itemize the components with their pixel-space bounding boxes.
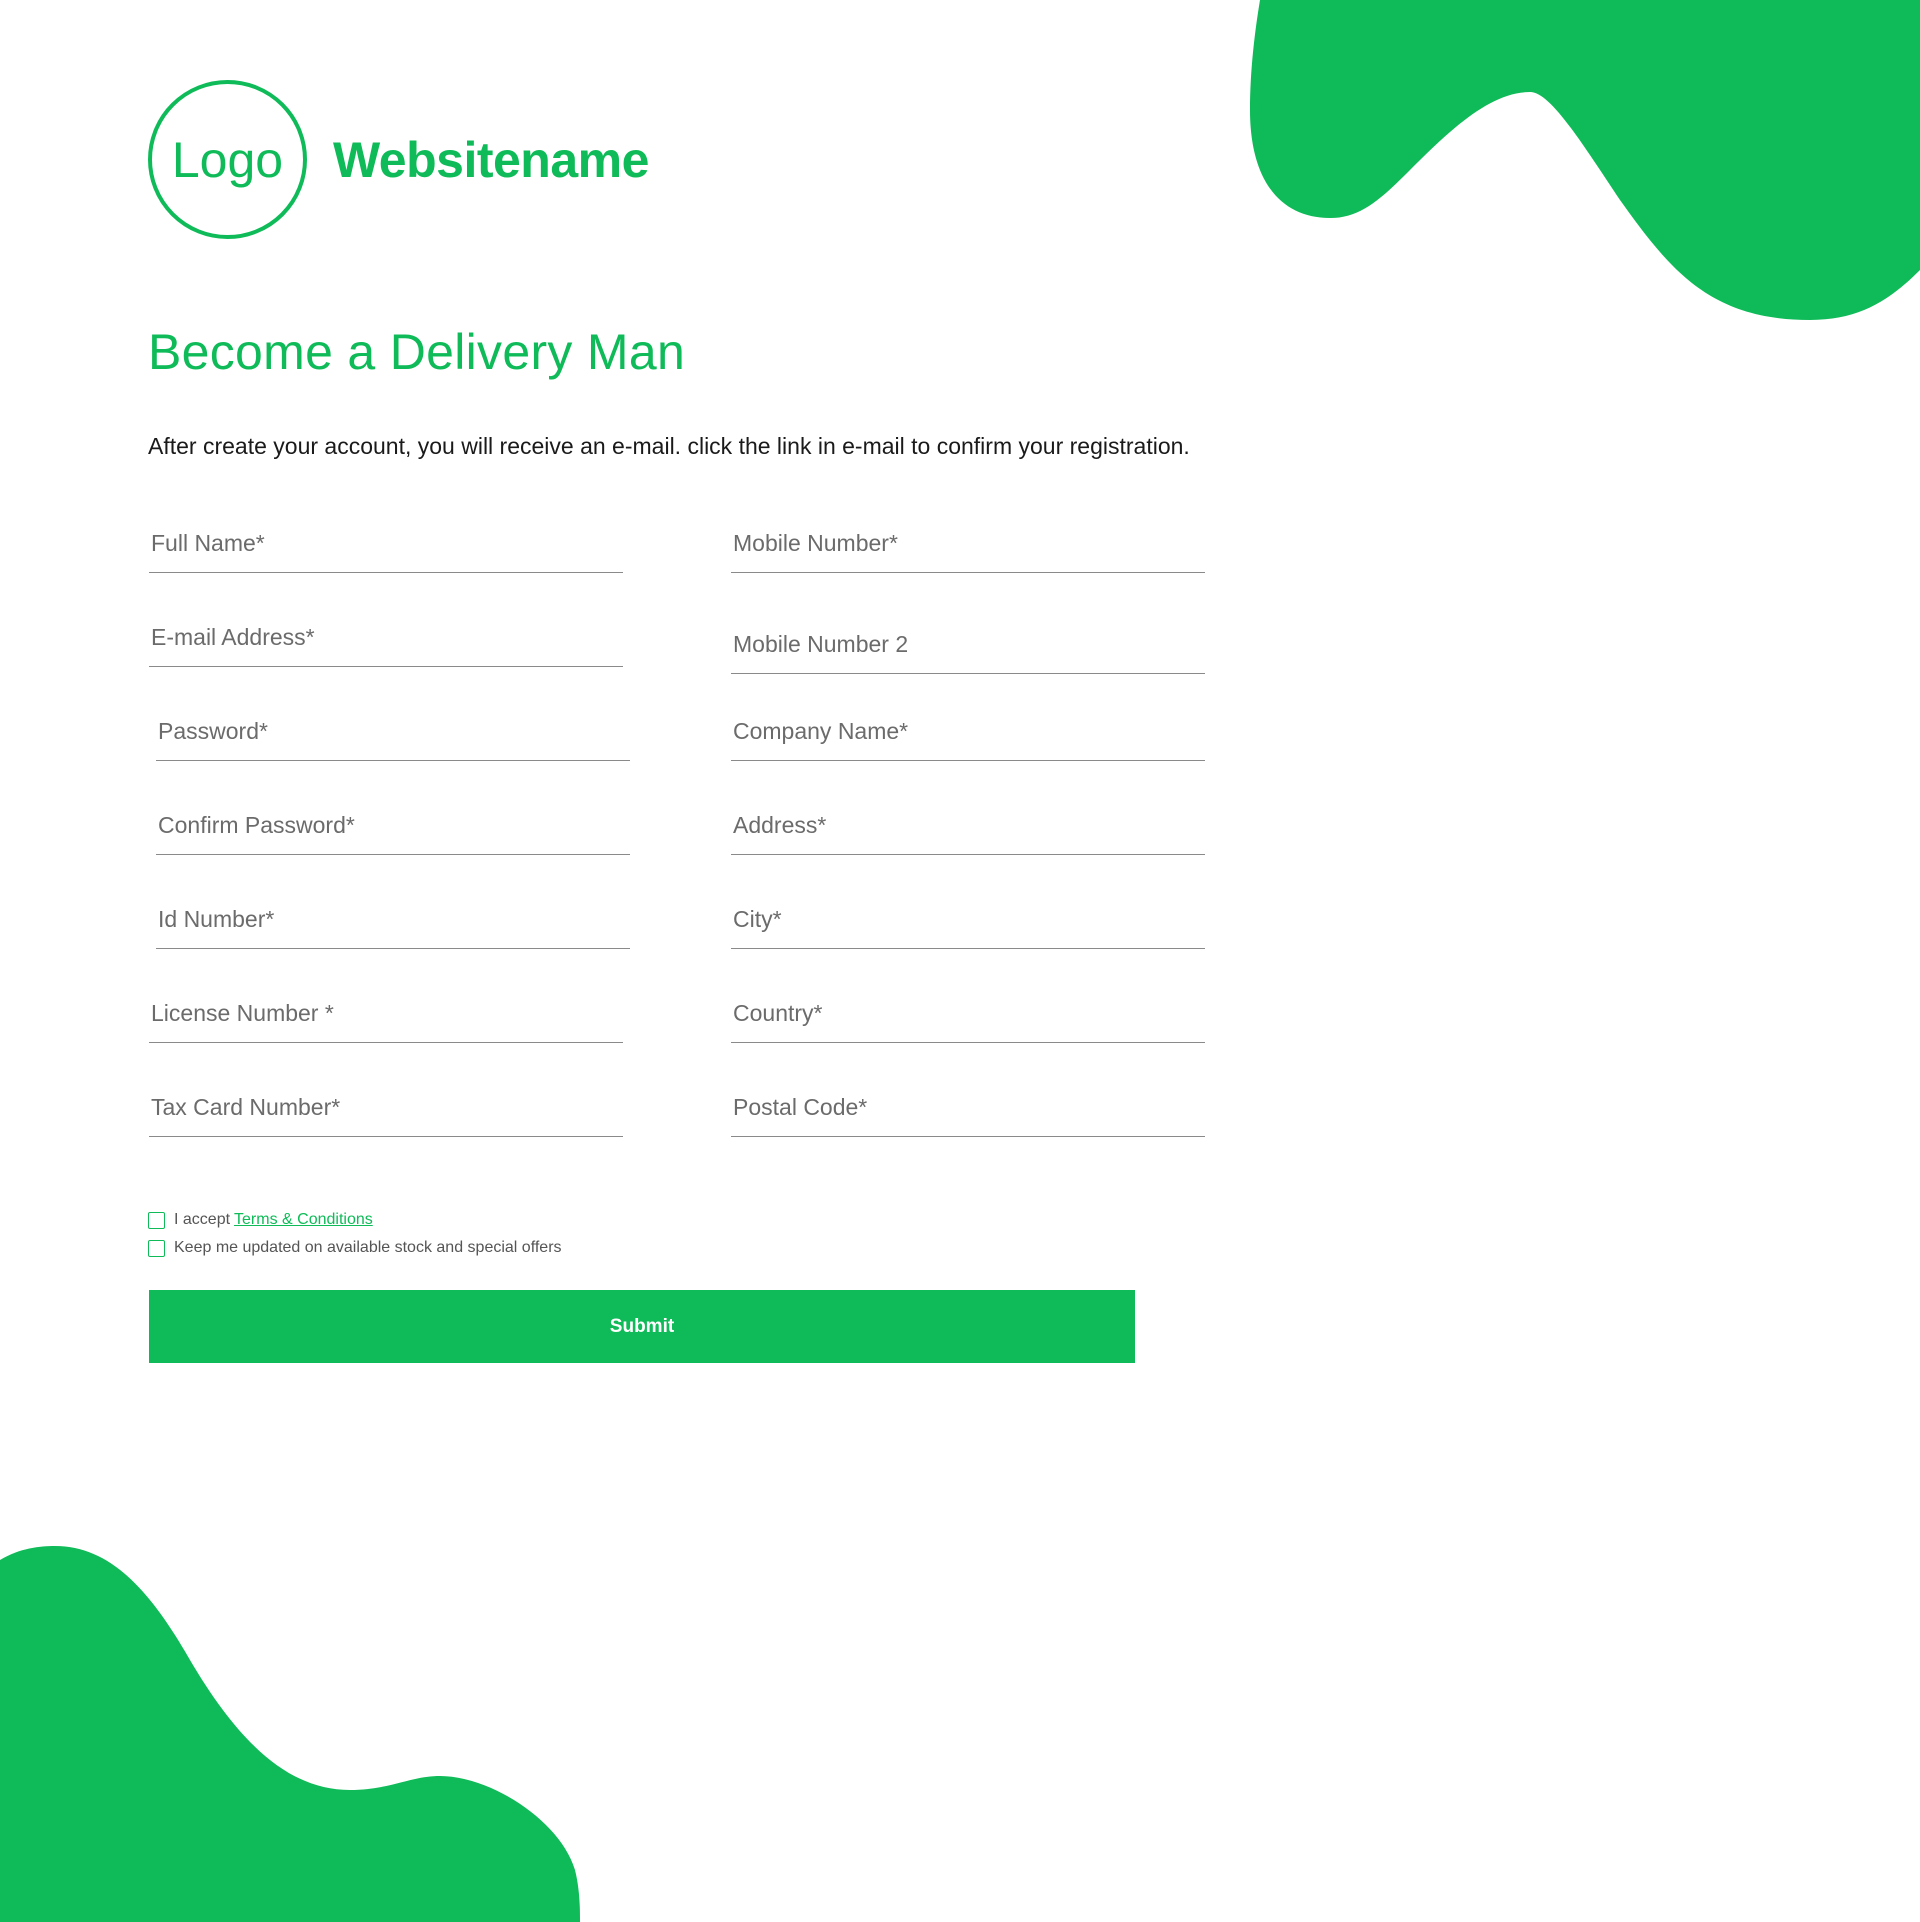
country-input[interactable] xyxy=(731,1000,1205,1042)
city-input[interactable] xyxy=(731,906,1205,948)
company-name-input[interactable] xyxy=(731,718,1205,760)
header: Logo Websitename xyxy=(148,80,649,239)
id-number-input[interactable] xyxy=(156,906,630,948)
country-field[interactable]: Country* xyxy=(731,1000,1205,1043)
address-input[interactable] xyxy=(731,812,1205,854)
postal-code-input[interactable] xyxy=(731,1094,1205,1136)
full-name-field[interactable]: Full Name* xyxy=(149,530,623,573)
postal-code-field[interactable]: Postal Code* xyxy=(731,1094,1205,1137)
email-field[interactable]: E-mail Address* xyxy=(149,624,623,667)
submit-button[interactable]: Submit xyxy=(149,1290,1135,1363)
logo[interactable]: Logo xyxy=(148,80,307,239)
site-name[interactable]: Websitename xyxy=(333,131,649,189)
page-title: Become a Delivery Man xyxy=(148,324,686,380)
id-number-field[interactable]: Id Number* xyxy=(156,906,630,949)
confirm-password-input[interactable] xyxy=(156,812,630,854)
logo-text: Logo xyxy=(171,131,284,188)
page-subtitle: After create your account, you will rece… xyxy=(148,433,1190,459)
password-input[interactable] xyxy=(156,718,630,760)
mobile-number-field[interactable]: Mobile Number* xyxy=(731,530,1205,573)
mobile-number-2-field[interactable]: Mobile Number 2 xyxy=(731,631,1205,674)
decorative-blob-bottom-left xyxy=(0,1546,580,1922)
mobile-number-2-input[interactable] xyxy=(731,631,1205,673)
license-number-input[interactable] xyxy=(149,1000,623,1042)
updates-label: Keep me updated on available stock and s… xyxy=(174,1239,562,1256)
decorative-blob-top-right-shape xyxy=(1250,0,1920,320)
address-field[interactable]: Address* xyxy=(731,812,1205,855)
city-field[interactable]: City* xyxy=(731,906,1205,949)
page: Logo Websitename Become a Delivery Man A… xyxy=(0,0,1920,1922)
consent-checkboxes: I accept Terms & Conditions Keep me upda… xyxy=(148,1206,562,1262)
terms-prefix: I accept xyxy=(174,1211,231,1228)
updates-row: Keep me updated on available stock and s… xyxy=(148,1234,562,1262)
terms-checkbox[interactable] xyxy=(148,1211,165,1229)
license-number-field[interactable]: License Number * xyxy=(149,1000,623,1043)
password-field[interactable]: Password* xyxy=(156,718,630,761)
email-input[interactable] xyxy=(149,624,623,666)
terms-link[interactable]: Terms & Conditions xyxy=(234,1211,373,1229)
confirm-password-field[interactable]: Confirm Password* xyxy=(156,812,630,855)
updates-checkbox[interactable] xyxy=(148,1239,165,1257)
decorative-blob-top-right xyxy=(1250,0,1920,320)
tax-card-number-field[interactable]: Tax Card Number* xyxy=(149,1094,623,1137)
decorative-blob-bottom-left-shape xyxy=(0,1546,580,1922)
terms-row: I accept Terms & Conditions xyxy=(148,1206,562,1234)
mobile-number-input[interactable] xyxy=(731,530,1205,572)
company-name-field[interactable]: Company Name* xyxy=(731,718,1205,761)
tax-card-number-input[interactable] xyxy=(149,1094,623,1136)
full-name-input[interactable] xyxy=(149,530,623,572)
